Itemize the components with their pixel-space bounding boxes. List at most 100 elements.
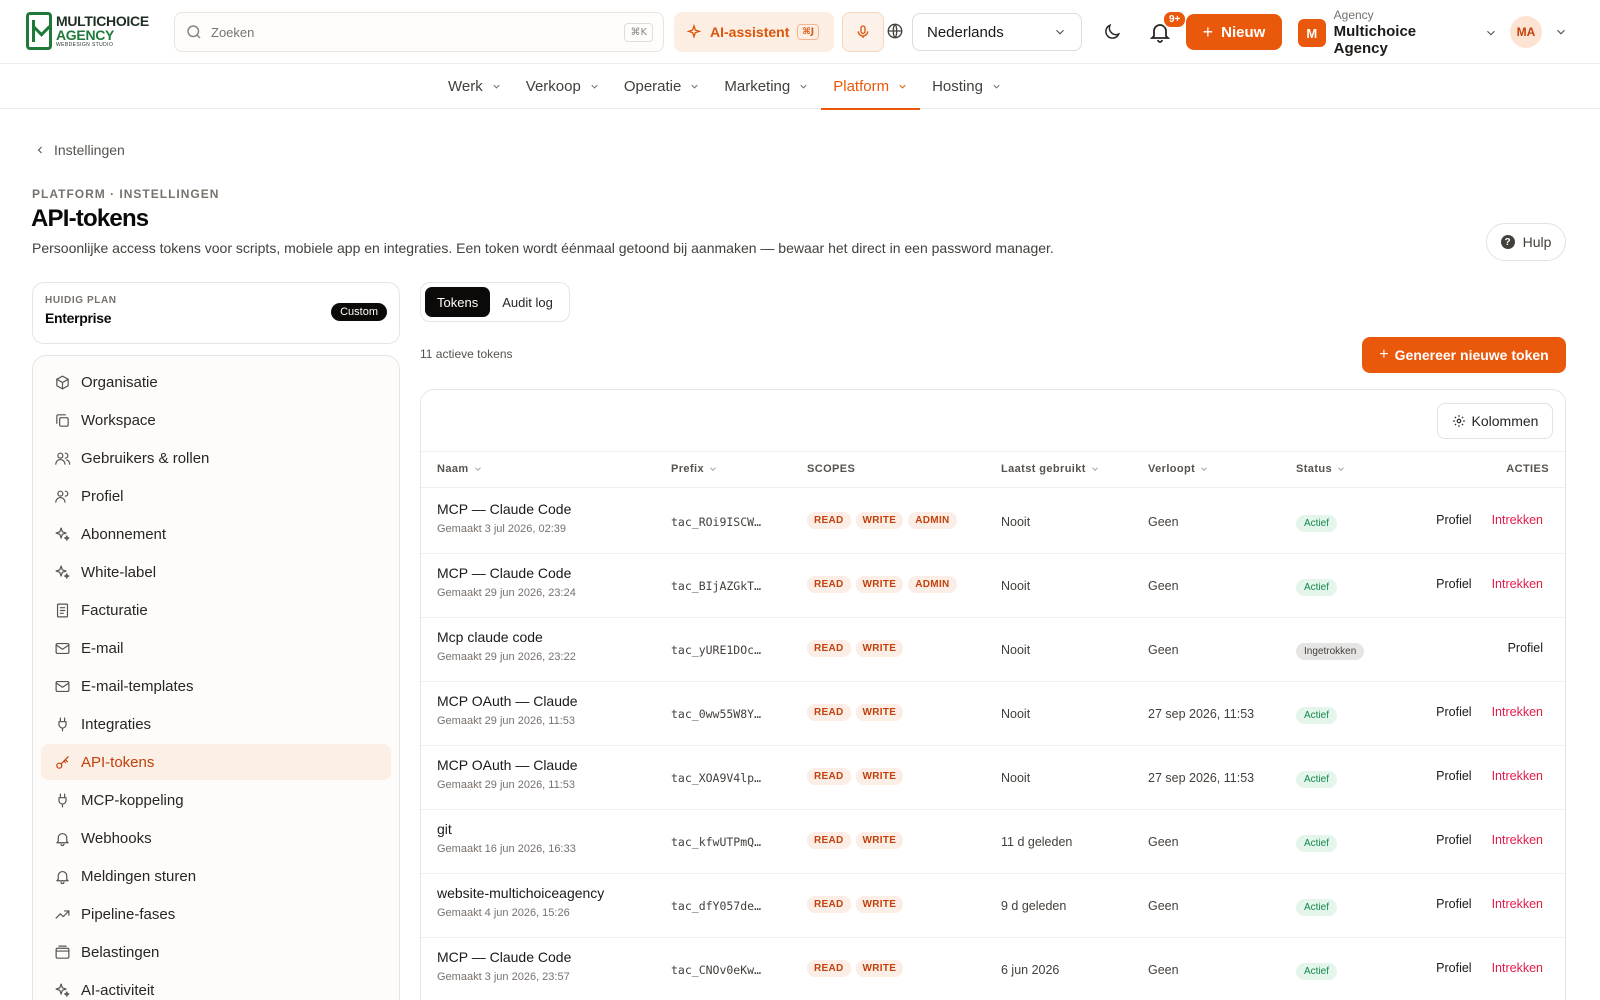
profile-link[interactable]: Profiel [1436,577,1471,591]
generate-token-button[interactable]: + Genereer nieuwe token [1362,337,1566,373]
column-header-expires[interactable]: Verloopt [1148,463,1209,475]
search-box[interactable]: ⌘K [174,12,664,52]
brand-logo[interactable]: MULTICHOICE AGENCY WEBDESIGN STUDIO [26,10,156,52]
nav-item-operatie[interactable]: Operatie [612,64,713,109]
logo-line-3: WEBDESIGN STUDIO [56,42,114,48]
profile-link[interactable]: Profiel [1436,833,1471,847]
sidebar-item-label: Integraties [81,715,152,733]
sidebar-item-api-tokens[interactable]: API-tokens [41,744,391,780]
sidebar-item-mcp-koppeling[interactable]: MCP-koppeling [41,782,391,818]
chevron-down-icon [493,84,500,89]
sidebar-item-e-mail-templates[interactable]: E-mail-templates [41,668,391,704]
nav-item-marketing[interactable]: Marketing [712,64,821,109]
columns-label: Kolommen [1471,413,1539,429]
breadcrumb[interactable]: Instellingen [34,142,125,158]
profile-link[interactable]: Profiel [1436,897,1471,911]
profile-link[interactable]: Profiel [1436,513,1471,527]
row-actions: Profiel Intrekken [1436,769,1543,783]
sidebar-item-label: Gebruikers & rollen [81,449,210,467]
scope-badge: WRITE [855,896,904,913]
generate-token-label: Genereer nieuwe token [1394,347,1549,363]
sidebar-item-pipeline-fases[interactable]: Pipeline-fases [41,896,391,932]
column-header-prefix[interactable]: Prefix [671,463,718,475]
bell-icon [55,832,69,846]
column-header-last-used[interactable]: Laatst gebruikt [1001,463,1100,475]
column-header-status[interactable]: Status [1296,463,1346,475]
token-name: MCP OAuth — Claude [437,693,578,709]
new-button[interactable]: + Nieuw [1186,14,1282,50]
sidebar-item-white-label[interactable]: White-label [41,554,391,590]
microphone-icon [857,25,869,38]
agency-avatar: M [1298,19,1326,47]
voice-button[interactable] [842,12,884,52]
theme-toggle[interactable] [1100,20,1124,44]
profile-link[interactable]: Profiel [1436,769,1471,783]
revoke-link[interactable]: Intrekken [1492,769,1543,783]
tokens-table: Kolommen Naam Prefix SCOPES Laatst gebru… [420,389,1566,1000]
revoke-link[interactable]: Intrekken [1492,897,1543,911]
token-last-used: 6 jun 2026 [1001,963,1060,977]
profile-link[interactable]: Profiel [1436,705,1471,719]
sort-icon [474,467,481,471]
user-icon [54,490,68,503]
help-button[interactable]: ? Hulp [1486,223,1566,261]
nav-item-hosting[interactable]: Hosting [920,64,1014,109]
sidebar-item-webhooks[interactable]: Webhooks [41,820,391,856]
ai-shortcut: ⌘J [797,24,820,40]
sidebar-item-meldingen-sturen[interactable]: Meldingen sturen [41,858,391,894]
ai-assistant-button[interactable]: AI-assistent ⌘J [674,12,834,52]
scope-badge: ADMIN [908,512,957,529]
token-expires: 27 sep 2026, 11:53 [1148,771,1255,785]
help-icon: ? [1500,235,1515,249]
tab-tokens[interactable]: Tokens [425,287,491,317]
token-expires: Geen [1148,643,1179,657]
revoke-link[interactable]: Intrekken [1492,577,1543,591]
scope-badge: WRITE [855,576,904,593]
token-name: MCP OAuth — Claude [437,757,578,773]
sidebar-item-workspace[interactable]: Workspace [41,402,391,438]
profile-link[interactable]: Profiel [1508,641,1543,655]
column-header-actions: ACTIES [1506,463,1549,475]
tab-audit-log[interactable]: Audit log [490,287,565,317]
sidebar-item-organisatie[interactable]: Organisatie [41,364,391,400]
row-actions: Profiel Intrekken [1436,897,1543,911]
token-scopes: READ WRITE [807,832,908,849]
nav-item-platform[interactable]: Platform [821,64,920,110]
plan-badge: Custom [331,303,387,321]
token-scopes: READ WRITE [807,896,908,913]
revoke-link[interactable]: Intrekken [1492,961,1543,975]
revoke-link[interactable]: Intrekken [1492,513,1543,527]
trend-icon [55,909,69,919]
profile-link[interactable]: Profiel [1436,961,1471,975]
revoke-link[interactable]: Intrekken [1492,833,1543,847]
agency-switcher[interactable]: M Agency Multichoice Agency [1298,8,1498,57]
language-select[interactable]: Nederlands [912,13,1082,51]
search-input[interactable] [211,24,625,40]
token-created: Gemaakt 3 jun 2026, 23:57 [437,971,570,983]
sidebar-item-facturatie[interactable]: Facturatie [41,592,391,628]
sort-icon [1092,467,1098,471]
token-expires: Geen [1148,835,1179,849]
nav-item-verkoop[interactable]: Verkoop [514,64,612,109]
sidebar-item-label: E-mail-templates [81,677,194,695]
sidebar-item-ai-activiteit[interactable]: AI-activiteit [41,972,391,1000]
columns-button[interactable]: Kolommen [1437,403,1553,439]
sidebar-item-integraties[interactable]: Integraties [41,706,391,742]
sidebar-item-e-mail[interactable]: E-mail [41,630,391,666]
user-menu[interactable]: MA [1510,16,1590,48]
row-actions: Profiel Intrekken [1436,513,1543,527]
column-header-name[interactable]: Naam [437,463,483,475]
token-created: Gemaakt 4 jun 2026, 15:26 [437,907,570,919]
sidebar-item-label: Belastingen [81,943,160,961]
nav-item-werk[interactable]: Werk [436,64,514,109]
sidebar-item-profiel[interactable]: Profiel [41,478,391,514]
sidebar-item-label: Facturatie [81,601,148,619]
sidebar-item-belastingen[interactable]: Belastingen [41,934,391,970]
new-button-label: Nieuw [1221,23,1266,41]
sidebar-item-gebruikers-rollen[interactable]: Gebruikers & rollen [41,440,391,476]
sidebar-item-abonnement[interactable]: Abonnement [41,516,391,552]
scope-badge: READ [807,576,851,593]
revoke-link[interactable]: Intrekken [1492,705,1543,719]
token-last-used: 9 d geleden [1001,899,1067,913]
status-badge: Actief [1296,899,1338,916]
